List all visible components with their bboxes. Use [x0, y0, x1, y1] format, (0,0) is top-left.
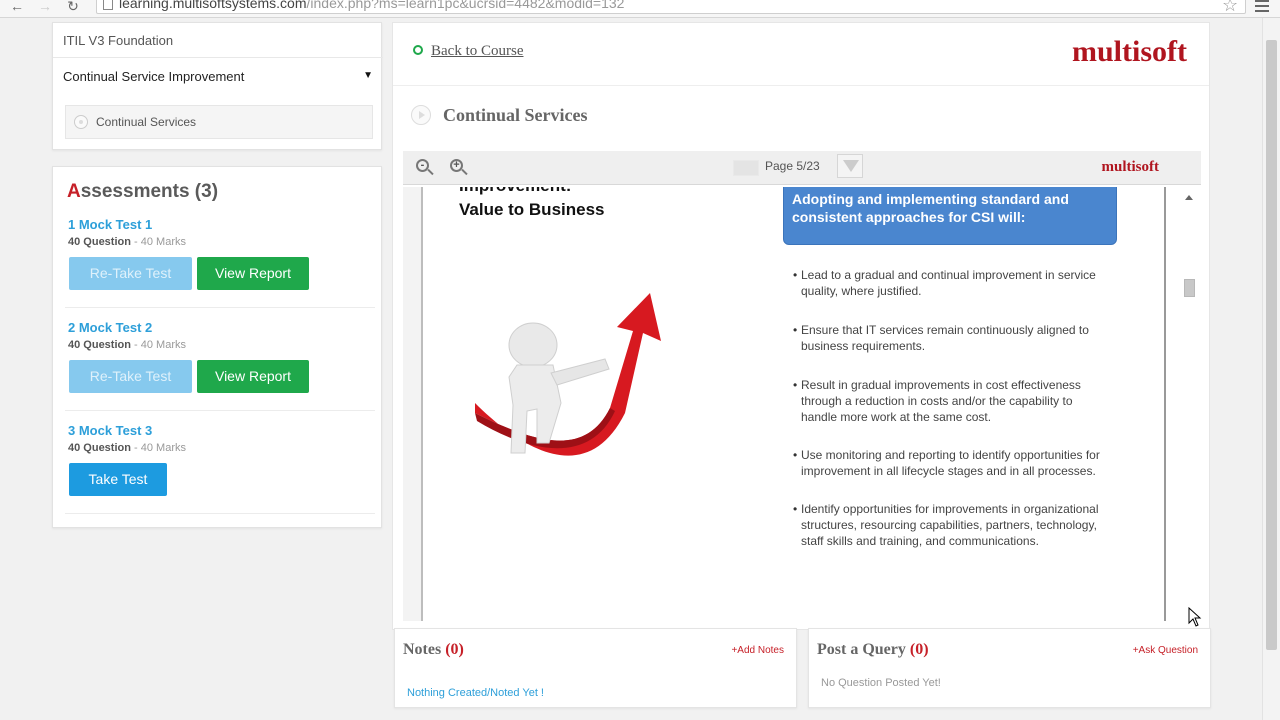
lesson-heading: Continual Services — [411, 105, 588, 126]
browser-menu-icon[interactable] — [1254, 0, 1270, 13]
lesson-item-continual-services[interactable]: Continual Services — [65, 105, 373, 139]
ask-question-link[interactable]: +Ask Question — [1133, 645, 1198, 656]
dropdown-caret-icon: ▼ — [363, 70, 373, 81]
back-to-course-label: Back to Course — [431, 43, 524, 59]
mock-test-1-meta: 40 Question - 40 Marks — [68, 236, 186, 248]
back-circle-icon — [413, 45, 423, 55]
retake-test-1-button[interactable]: Re-Take Test — [69, 257, 192, 290]
slide-bullet: Lead to a gradual and continual improvem… — [793, 267, 1111, 299]
query-title-text: Post a Query — [817, 641, 910, 658]
post-query-panel: Post a Query (0) +Ask Question No Questi… — [808, 628, 1211, 708]
assessments-title-rest: ssessments (3) — [80, 181, 219, 202]
lesson-status-icon — [74, 115, 88, 129]
question-count: 40 Question — [68, 442, 131, 454]
growth-arrow-illustration — [475, 293, 661, 456]
slide-page: Improvement: Value to Business Adopting … — [421, 187, 1166, 621]
notes-panel: Notes (0) +Add Notes Nothing Created/Not… — [394, 628, 797, 708]
notes-title-text: Notes — [403, 641, 446, 658]
url-host: learning.multisoftsystems.com — [119, 0, 307, 11]
module-dropdown[interactable]: Continual Service Improvement ▼ — [63, 69, 373, 84]
browser-toolbar: ← → ↻ learning.multisoftsystems.com/inde… — [0, 0, 1280, 18]
zoom-in-icon[interactable]: + — [449, 158, 469, 178]
notes-empty-message: Nothing Created/Noted Yet ! — [407, 687, 544, 699]
multisoft-viewer-logo: multisoft — [1101, 159, 1160, 175]
page-icon — [103, 0, 113, 10]
query-title: Post a Query (0) — [817, 641, 929, 659]
view-report-1-button[interactable]: View Report — [197, 257, 309, 290]
question-count: 40 Question — [68, 339, 131, 351]
page-scrollbar[interactable] — [1262, 18, 1280, 720]
divider — [393, 85, 1209, 86]
slide-title: Improvement: Value to Business — [459, 187, 605, 222]
view-report-2-button[interactable]: View Report — [197, 360, 309, 393]
reload-icon[interactable]: ↻ — [64, 0, 82, 16]
module-dropdown-label: Continual Service Improvement — [63, 69, 245, 84]
divider — [65, 513, 375, 514]
slide-title-line2: Value to Business — [459, 200, 605, 219]
marks: - 40 Marks — [130, 442, 186, 454]
mock-test-3-meta: 40 Question - 40 Marks — [68, 442, 186, 454]
page-scrollbar-thumb[interactable] — [1266, 40, 1277, 650]
slide-bullet: Result in gradual improvements in cost e… — [793, 377, 1111, 425]
mock-test-2-meta: 40 Question - 40 Marks — [68, 339, 186, 351]
take-test-3-button[interactable]: Take Test — [69, 463, 167, 496]
page-number-input[interactable] — [733, 160, 759, 176]
marks: - 40 Marks — [130, 236, 186, 248]
mock-test-3-link[interactable]: 3 Mock Test 3 — [68, 423, 152, 438]
notes-title: Notes (0) — [403, 641, 464, 659]
slide-callout: Adopting and implementing standard and c… — [783, 187, 1117, 245]
zoom-out-icon[interactable]: - — [415, 158, 435, 178]
address-bar[interactable]: learning.multisoftsystems.com/index.php?… — [96, 0, 1246, 14]
lesson-content-panel: Back to Course multisoft Continual Servi… — [392, 22, 1210, 630]
assessments-panel: Assessments (3) 1 Mock Test 1 40 Questio… — [52, 166, 382, 528]
back-arrow-icon[interactable]: ← — [8, 0, 26, 16]
url-path: /index.php?ms=learn1pc&ucrsid=4482&modid… — [306, 0, 625, 11]
multisoft-logo: multisoft — [1072, 35, 1187, 68]
bookmark-star-icon[interactable]: ☆ — [1222, 0, 1238, 14]
assessments-title-initial: A — [67, 181, 81, 202]
slide-bullet: Identify opportunities for improvements … — [793, 501, 1111, 549]
divider — [65, 307, 375, 308]
slide-scrollbar[interactable] — [1183, 191, 1197, 621]
notes-count: (0) — [445, 641, 464, 658]
slide-bullet: Use monitoring and reporting to identify… — [793, 447, 1111, 479]
query-count: (0) — [909, 641, 929, 658]
scrollbar-thumb[interactable] — [1184, 279, 1195, 297]
retake-test-2-button[interactable]: Re-Take Test — [69, 360, 192, 393]
lesson-item-label: Continual Services — [96, 115, 197, 129]
add-notes-link[interactable]: +Add Notes — [731, 645, 784, 656]
lesson-heading-text: Continual Services — [443, 105, 588, 125]
play-circle-icon — [411, 105, 431, 125]
mock-test-1-link[interactable]: 1 Mock Test 1 — [68, 217, 152, 232]
slide-bullet-list: Lead to a gradual and continual improvem… — [793, 267, 1111, 549]
page-dropdown-icon[interactable] — [837, 154, 863, 178]
slide-bullet: Ensure that IT services remain continuou… — [793, 322, 1111, 354]
page-indicator: Page 5/23 — [765, 159, 820, 173]
course-title: ITIL V3 Foundation — [63, 33, 174, 48]
back-to-course-link[interactable]: Back to Course — [413, 43, 523, 60]
assessments-title: Assessments (3) — [67, 181, 218, 203]
scroll-up-arrow-icon[interactable] — [1185, 195, 1193, 200]
question-count: 40 Question — [68, 236, 131, 248]
forward-arrow-icon[interactable]: → — [36, 0, 54, 16]
query-empty-message: No Question Posted Yet! — [821, 677, 941, 689]
course-navigation-panel: ITIL V3 Foundation Continual Service Imp… — [52, 22, 383, 150]
divider — [65, 410, 375, 411]
divider — [53, 57, 383, 58]
mock-test-2-link[interactable]: 2 Mock Test 2 — [68, 320, 152, 335]
slide-title-line1: Improvement: — [459, 187, 605, 198]
slide-viewport[interactable]: Improvement: Value to Business Adopting … — [403, 187, 1201, 621]
marks: - 40 Marks — [130, 339, 186, 351]
document-viewer-toolbar: - + Page 5/23 multisoft — [403, 151, 1201, 185]
mouse-cursor-icon — [1188, 607, 1202, 627]
